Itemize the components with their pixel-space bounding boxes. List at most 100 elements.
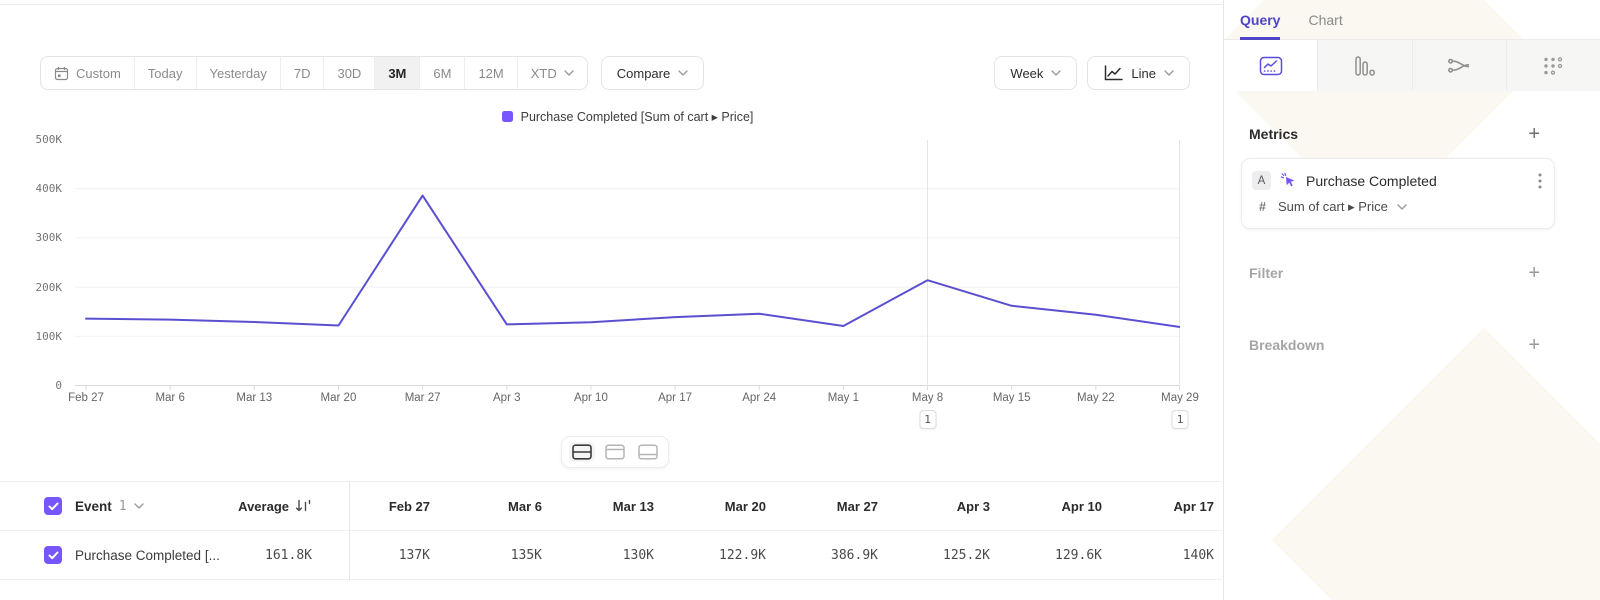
range-30d[interactable]: 30D bbox=[323, 57, 374, 89]
flows-icon bbox=[1447, 56, 1471, 76]
granularity-button[interactable]: Week bbox=[994, 56, 1077, 90]
row-value-cells: 137K135K130K122.9K386.9K125.2K129.6K140K bbox=[326, 548, 1222, 563]
metric-card-row: A Purchase Completed bbox=[1252, 171, 1542, 190]
breakdown-section-header: Breakdown + bbox=[1249, 335, 1540, 355]
annotation-badge[interactable]: 1 bbox=[919, 410, 936, 429]
date-column-header[interactable]: Feb 27 bbox=[326, 499, 438, 514]
add-filter-button[interactable]: + bbox=[1528, 263, 1540, 283]
aggregation-label: Sum of cart ▸ Price bbox=[1278, 199, 1388, 215]
chart-type-button[interactable]: Line bbox=[1087, 56, 1190, 90]
average-header-cell[interactable]: Average bbox=[233, 499, 326, 514]
filter-title: Filter bbox=[1249, 265, 1283, 281]
y-tick-label: 300K bbox=[18, 231, 62, 244]
compare-label: Compare bbox=[617, 66, 670, 81]
range-custom[interactable]: Custom bbox=[41, 57, 134, 89]
event-header-label-group[interactable]: Event 1 bbox=[75, 499, 144, 514]
chevron-down-icon bbox=[1164, 70, 1174, 76]
metrics-section-header: Metrics + bbox=[1249, 124, 1540, 144]
range-12m[interactable]: 12M bbox=[464, 57, 516, 89]
cell-value: 135K bbox=[438, 548, 550, 563]
date-column-header[interactable]: Apr 17 bbox=[1110, 499, 1222, 514]
event-count: 1 bbox=[119, 499, 127, 514]
metric-aggregation[interactable]: # Sum of cart ▸ Price bbox=[1252, 199, 1542, 215]
x-tick-label: Apr 17 bbox=[635, 392, 715, 404]
row-checkbox[interactable] bbox=[44, 546, 62, 564]
date-range-group: CustomTodayYesterday7D30D3M6M12MXTD bbox=[40, 56, 588, 90]
chart-type-label: Line bbox=[1131, 66, 1156, 81]
metric-letter-badge: A bbox=[1252, 171, 1271, 190]
average-header-label: Average bbox=[238, 499, 289, 514]
select-all-checkbox[interactable] bbox=[44, 497, 62, 515]
top-divider bbox=[0, 4, 1222, 5]
add-metric-button[interactable]: + bbox=[1528, 124, 1540, 144]
insights-report: CustomTodayYesterday7D30D3M6M12MXTD Comp… bbox=[0, 0, 1600, 600]
chart-controls: Week Line bbox=[994, 56, 1190, 90]
sort-icon[interactable] bbox=[295, 499, 312, 513]
cell-value: 137K bbox=[326, 548, 438, 563]
date-column-header[interactable]: Apr 3 bbox=[886, 499, 998, 514]
x-tick-label: Apr 24 bbox=[719, 392, 799, 404]
annotation-badge[interactable]: 1 bbox=[1172, 410, 1189, 429]
tab-chart[interactable]: Chart bbox=[1308, 0, 1342, 39]
kebab-menu-icon[interactable] bbox=[1538, 173, 1542, 189]
cell-value: 140K bbox=[1110, 548, 1222, 563]
row-name: Purchase Completed [... bbox=[75, 548, 220, 563]
date-column-header[interactable]: Apr 10 bbox=[998, 499, 1110, 514]
chart-focus-button[interactable] bbox=[602, 442, 628, 462]
line-chart[interactable] bbox=[75, 140, 1180, 392]
range-today[interactable]: Today bbox=[134, 57, 196, 89]
series-color-swatch bbox=[502, 111, 513, 122]
range-yesterday[interactable]: Yesterday bbox=[196, 57, 280, 89]
range-xtd[interactable]: XTD bbox=[517, 57, 587, 89]
line-chart-icon bbox=[1103, 65, 1123, 81]
event-click-icon bbox=[1280, 172, 1297, 189]
range-7d[interactable]: 7D bbox=[280, 57, 324, 89]
event-header-cell: Event 1 bbox=[0, 497, 233, 515]
compare-button[interactable]: Compare bbox=[601, 56, 704, 90]
chevron-down-icon bbox=[134, 503, 144, 509]
y-tick-label: 500K bbox=[18, 133, 62, 146]
results-table: Event 1 Average Feb 27Mar 6Mar 13Mar 20M… bbox=[0, 482, 1222, 600]
chevron-down-icon bbox=[1397, 204, 1407, 210]
split-view-button[interactable] bbox=[569, 442, 595, 462]
calendar-icon bbox=[54, 66, 69, 81]
tab-funnels[interactable] bbox=[1317, 40, 1411, 91]
tab-query[interactable]: Query bbox=[1240, 0, 1280, 39]
range-6m[interactable]: 6M bbox=[419, 57, 464, 89]
add-breakdown-button[interactable]: + bbox=[1528, 335, 1540, 355]
metrics-title: Metrics bbox=[1249, 126, 1298, 142]
funnels-icon bbox=[1354, 56, 1376, 76]
insights-icon bbox=[1259, 56, 1283, 76]
date-column-header[interactable]: Mar 13 bbox=[550, 499, 662, 514]
number-property-icon: # bbox=[1256, 200, 1269, 214]
table-column-divider bbox=[349, 482, 350, 581]
table-row[interactable]: Purchase Completed [... 161.8K 137K135K1… bbox=[0, 531, 1222, 580]
y-tick-label: 100K bbox=[18, 330, 62, 343]
x-tick-label: Apr 3 bbox=[467, 392, 547, 404]
y-tick-label: 400K bbox=[18, 182, 62, 195]
x-tick-label: Mar 13 bbox=[214, 392, 294, 404]
date-column-header[interactable]: Mar 20 bbox=[662, 499, 774, 514]
date-column-header[interactable]: Mar 6 bbox=[438, 499, 550, 514]
granularity-label: Week bbox=[1010, 66, 1043, 81]
row-average-value: 161.8K bbox=[265, 548, 312, 563]
filter-section-header: Filter + bbox=[1249, 263, 1540, 283]
tab-insights[interactable] bbox=[1224, 40, 1317, 91]
cell-value: 130K bbox=[550, 548, 662, 563]
tab-flows[interactable] bbox=[1412, 40, 1506, 91]
metric-card[interactable]: A Purchase Completed # Sum of cart ▸ Pri… bbox=[1241, 158, 1555, 229]
cell-value: 125.2K bbox=[886, 548, 998, 563]
watermark bbox=[1272, 328, 1600, 600]
query-panel: Query Chart Metrics + A P bbox=[1223, 0, 1600, 600]
x-tick-label: May 22 bbox=[1056, 392, 1136, 404]
range-3m[interactable]: 3M bbox=[374, 57, 419, 89]
date-column-header[interactable]: Mar 27 bbox=[774, 499, 886, 514]
table-focus-button[interactable] bbox=[635, 442, 661, 462]
x-tick-label: Mar 20 bbox=[298, 392, 378, 404]
tab-retention[interactable] bbox=[1506, 40, 1600, 91]
toolbar: CustomTodayYesterday7D30D3M6M12MXTD Comp… bbox=[40, 56, 704, 90]
cell-value: 386.9K bbox=[774, 548, 886, 563]
x-tick-label: Apr 10 bbox=[551, 392, 631, 404]
chevron-down-icon bbox=[1051, 70, 1061, 76]
metric-event-name[interactable]: Purchase Completed bbox=[1306, 173, 1437, 189]
